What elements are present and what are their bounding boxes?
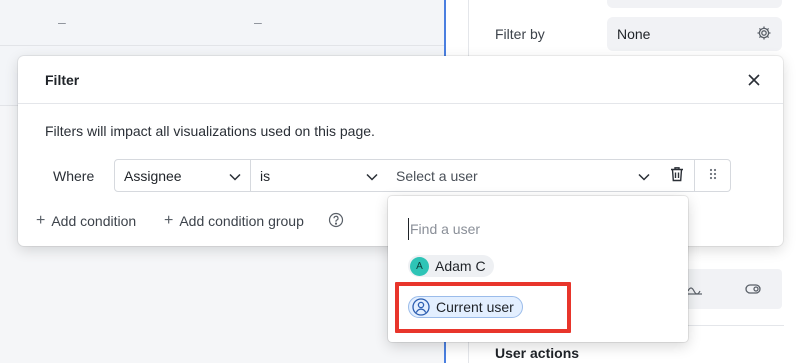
avatar: A <box>410 256 429 276</box>
gear-icon[interactable] <box>756 25 772 44</box>
table-row: – – <box>0 0 444 46</box>
delete-condition-button[interactable] <box>659 159 695 192</box>
dialog-header: Filter <box>18 56 783 104</box>
find-user-input[interactable] <box>408 218 668 240</box>
user-option-label: Adam C <box>435 258 486 274</box>
user-option-adam-c[interactable]: A Adam C <box>408 255 494 277</box>
chevron-down-icon <box>366 168 378 184</box>
help-icon[interactable] <box>328 212 344 228</box>
empty-cell: – <box>254 14 262 30</box>
filter-by-field[interactable]: None <box>607 17 782 51</box>
user-option-label: Current user <box>436 299 514 315</box>
user-select-placeholder: Select a user <box>396 167 478 184</box>
plus-icon: + <box>164 212 174 229</box>
add-condition-label: Add condition <box>51 213 137 229</box>
user-actions-heading: User actions <box>495 345 580 361</box>
user-dropdown: A Adam C Current user <box>388 196 688 342</box>
add-condition-button[interactable]: + Add condition <box>36 212 136 230</box>
field-select[interactable]: Assignee <box>114 159 251 192</box>
chevron-down-icon <box>638 168 650 184</box>
add-condition-group-label: Add condition group <box>179 213 304 229</box>
trash-icon <box>670 166 684 185</box>
operator-select[interactable]: is <box>251 159 388 192</box>
plus-icon: + <box>36 212 46 229</box>
drag-handle[interactable] <box>695 159 731 192</box>
dialog-title: Filter <box>45 72 80 88</box>
wave-icon[interactable] <box>687 282 703 298</box>
empty-cell: – <box>58 14 66 30</box>
grip-icon <box>708 167 718 184</box>
close-icon[interactable] <box>744 70 764 90</box>
toggle-icon[interactable] <box>745 282 761 298</box>
user-option-current-user[interactable]: Current user <box>408 296 523 318</box>
operator-select-value: is <box>260 167 271 184</box>
filter-by-value: None <box>617 26 651 42</box>
filter-by-label: Filter by <box>495 26 545 42</box>
dialog-description: Filters will impact all visualizations u… <box>45 123 375 139</box>
field-select-value: Assignee <box>124 167 182 184</box>
user-select[interactable]: Select a user <box>387 159 660 192</box>
person-icon <box>411 298 430 317</box>
where-label: Where <box>53 168 95 184</box>
panel-field <box>607 0 782 8</box>
chevron-down-icon <box>229 168 241 184</box>
add-condition-group-button[interactable]: + Add condition group <box>164 212 304 230</box>
